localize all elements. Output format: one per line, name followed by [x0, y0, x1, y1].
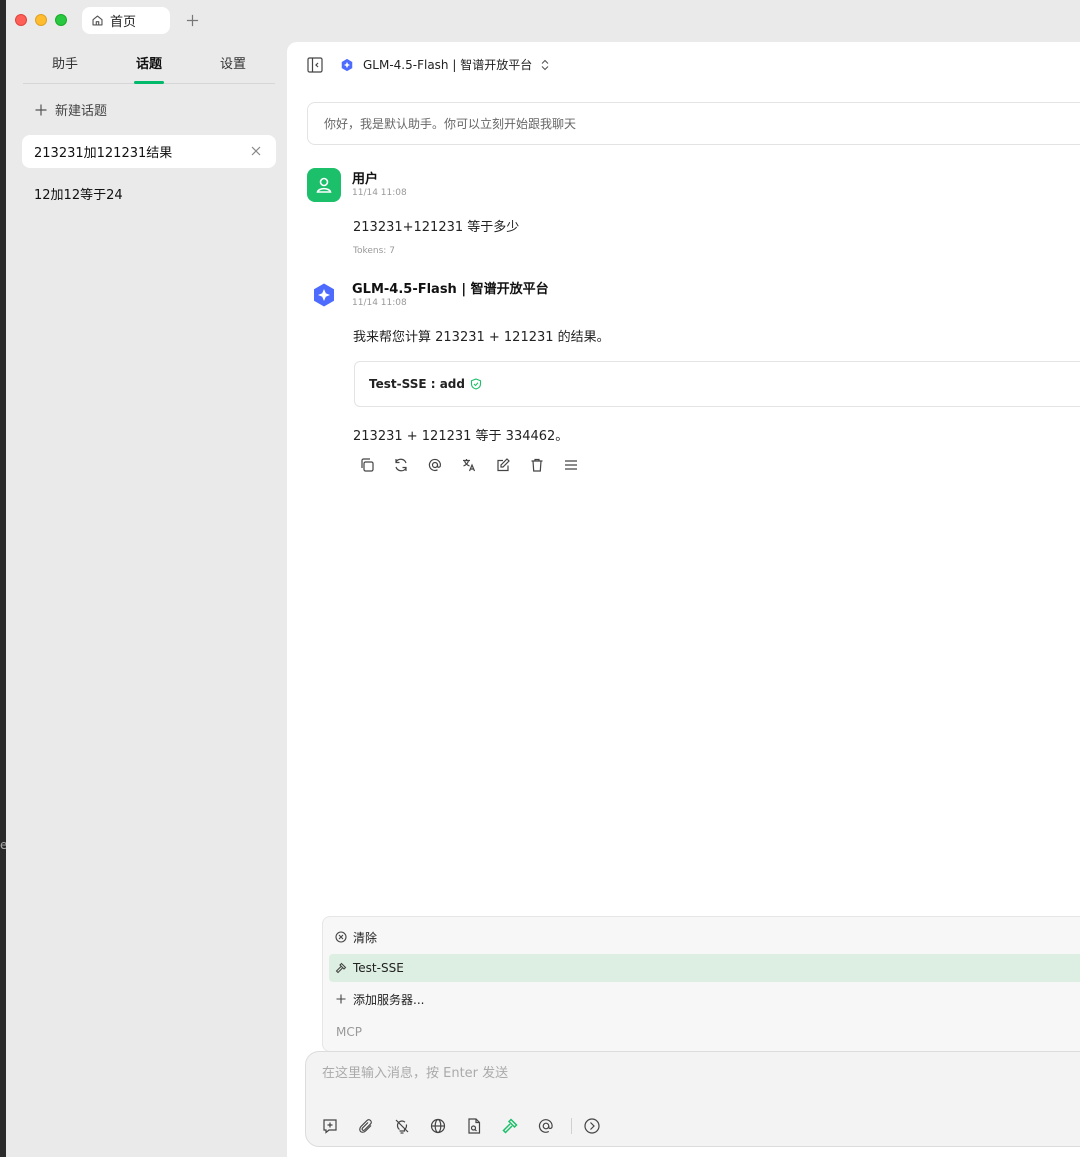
tab-label: 首页: [110, 15, 137, 30]
message-time: 11/14 11:08: [352, 298, 407, 308]
message-time: 11/14 11:08: [352, 188, 407, 198]
tab-home[interactable]: 首页: [82, 7, 170, 34]
translate-icon[interactable]: [461, 457, 477, 473]
topic-item-active[interactable]: 213231加121231结果: [22, 135, 276, 168]
thinking-off-icon[interactable]: [393, 1117, 411, 1135]
avatar: [307, 168, 341, 202]
toolbar-separator: [571, 1118, 572, 1134]
title-bar: 首页: [6, 0, 1080, 42]
web-search-icon[interactable]: [429, 1117, 447, 1135]
input-toolbar: [321, 1117, 619, 1135]
copy-icon[interactable]: [359, 457, 375, 473]
knowledge-file-icon[interactable]: [465, 1117, 483, 1135]
model-logo-icon: [341, 58, 353, 71]
plus-icon: [35, 104, 47, 115]
close-window-button[interactable]: [15, 14, 27, 26]
clear-circle-icon: [335, 931, 347, 943]
message-actions: [359, 457, 597, 473]
message-content: 213231+121231 等于多少: [353, 220, 520, 235]
chat-topbar: GLM-4.5-Flash | 智谱开放平台: [287, 42, 1080, 88]
mcp-popup-title: MCP: [336, 1025, 362, 1039]
sidebar: 助手 话题 设置 新建话题 213231加121231结果 12加12等于24: [6, 42, 287, 1157]
topic-item[interactable]: 12加12等于24: [22, 177, 276, 210]
new-topic-label: 新建话题: [55, 104, 108, 119]
sidebar-toggle-icon[interactable]: [307, 57, 323, 73]
new-topic-button[interactable]: 新建话题: [35, 100, 107, 119]
user-icon: [316, 177, 332, 193]
token-count: Tokens: 7: [353, 246, 395, 256]
mcp-clear-item[interactable]: 清除: [329, 923, 1080, 951]
avatar: [307, 278, 341, 312]
tab-assistant[interactable]: 助手: [23, 42, 107, 83]
new-tab-button[interactable]: [182, 10, 202, 30]
mention-icon[interactable]: [537, 1117, 555, 1135]
tab-settings-label: 设置: [219, 57, 246, 72]
message-sender: 用户: [352, 172, 379, 187]
message-sender: GLM-4.5-Flash | 智谱开放平台: [352, 282, 549, 297]
tab-topics[interactable]: 话题: [107, 42, 191, 83]
message-input[interactable]: [322, 1066, 1062, 1081]
model-name: GLM-4.5-Flash | 智谱开放平台: [363, 58, 533, 72]
hammer-icon: [335, 962, 347, 974]
plus-icon: [336, 994, 346, 1004]
tab-assistant-label: 助手: [51, 57, 78, 72]
delete-icon[interactable]: [529, 457, 545, 473]
sidebar-tabs: 助手 话题 设置: [23, 42, 275, 84]
new-topic-icon[interactable]: [321, 1117, 339, 1135]
greeting-text: 你好，我是默认助手。你可以立刻开始跟我聊天: [324, 117, 577, 131]
model-selector[interactable]: GLM-4.5-Flash | 智谱开放平台: [340, 56, 550, 73]
minimize-window-button[interactable]: [35, 14, 47, 26]
mcp-server-popup: 清除 Test-SSE 添加服务器... MCP: [322, 916, 1080, 1052]
chat-panel: GLM-4.5-Flash | 智谱开放平台 你好，我是默认助手。你可以立刻开始…: [287, 42, 1080, 1157]
message-content: 我来帮您计算 213231 + 121231 的结果。: [353, 330, 610, 345]
mcp-item-label: 清除: [353, 930, 378, 945]
maximize-window-button[interactable]: [55, 14, 67, 26]
mcp-add-server-item[interactable]: 添加服务器...: [329, 985, 1080, 1013]
message-result: 213231 + 121231 等于 334462。: [353, 429, 569, 444]
message-input-bar: [305, 1051, 1080, 1147]
home-icon: [92, 15, 103, 26]
mcp-item-label: 添加服务器...: [353, 992, 425, 1007]
model-logo-icon: [314, 283, 334, 307]
tab-settings[interactable]: 设置: [191, 42, 275, 83]
tab-topics-label: 话题: [135, 57, 162, 72]
mcp-server-item-test-sse[interactable]: Test-SSE: [329, 954, 1080, 982]
edit-icon[interactable]: [495, 457, 511, 473]
mcp-item-label: Test-SSE: [353, 961, 404, 975]
plus-icon: [186, 14, 198, 26]
mention-icon[interactable]: [427, 457, 443, 473]
close-icon[interactable]: [250, 145, 262, 157]
menu-icon[interactable]: [563, 457, 579, 473]
chevron-right-circle-icon[interactable]: [583, 1117, 601, 1135]
tool-call-block[interactable]: Test-SSE : add: [354, 361, 1080, 407]
topic-label: 12加12等于24: [34, 188, 123, 203]
app-window: 首页 助手 话题 设置 新建话题 213231加121231结果 12加12等于…: [6, 0, 1080, 1157]
tool-call-label: Test-SSE : add: [369, 377, 465, 391]
hammer-icon[interactable]: [501, 1117, 519, 1135]
paperclip-icon[interactable]: [357, 1117, 375, 1135]
chevron-up-down-icon: [541, 59, 549, 70]
greeting-banner: 你好，我是默认助手。你可以立刻开始跟我聊天: [307, 102, 1080, 145]
regenerate-icon[interactable]: [393, 457, 409, 473]
topic-label: 213231加121231结果: [34, 146, 173, 161]
shield-check-icon: [470, 378, 482, 390]
